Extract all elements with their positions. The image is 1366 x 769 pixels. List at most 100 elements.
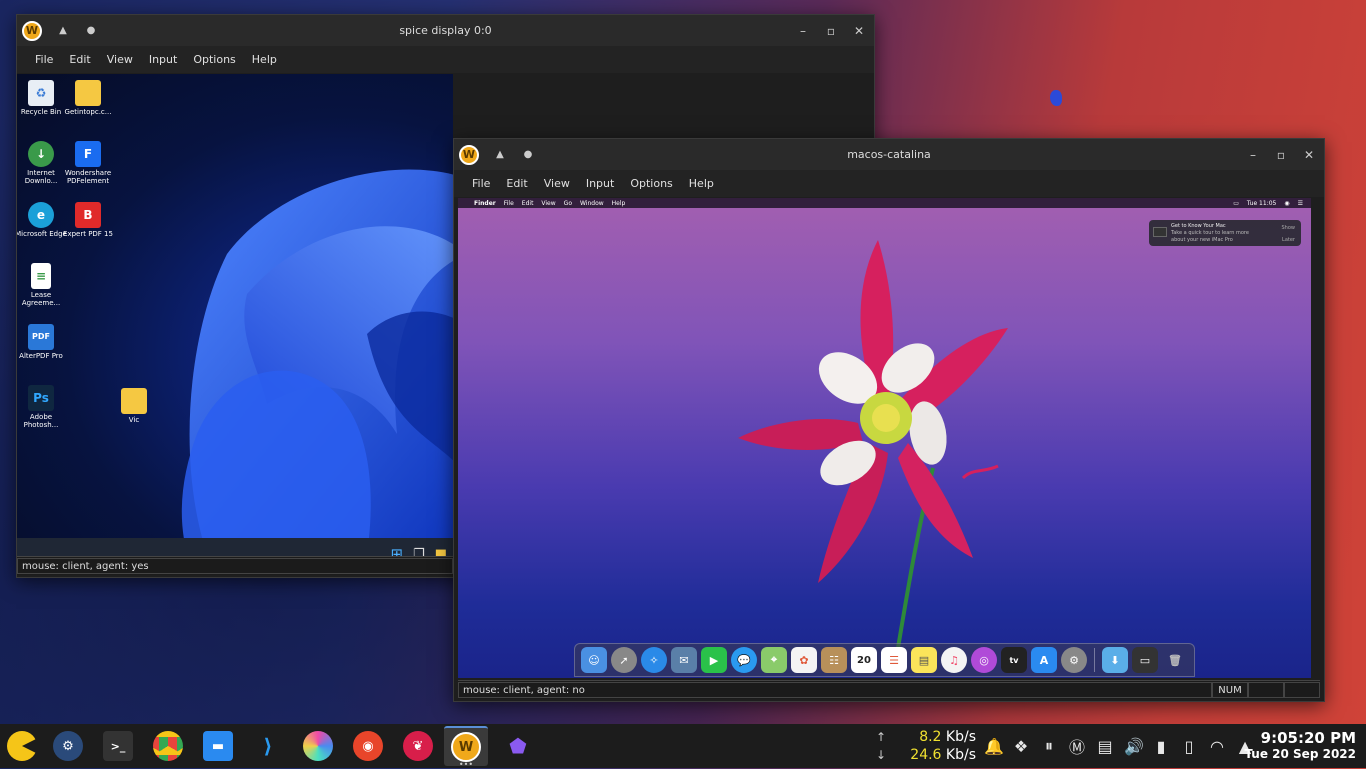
window-titlebar[interactable]: W ▲ ● spice display 0:0 – ▫ ✕ <box>17 15 874 46</box>
launchpad-icon[interactable]: ➚ <box>611 647 637 673</box>
app-logo-icon[interactable]: W <box>459 144 479 165</box>
keep-above-icon[interactable]: ▲ <box>56 24 70 38</box>
screen-icon[interactable]: ▭ <box>1132 647 1158 673</box>
close-icon[interactable]: ✕ <box>852 24 866 38</box>
contacts-icon[interactable]: ☷ <box>821 647 847 673</box>
siri-icon[interactable]: ◉ <box>1284 200 1289 207</box>
maximize-icon[interactable]: ▫ <box>824 24 838 38</box>
close-icon[interactable]: ✕ <box>1302 148 1316 162</box>
app-store-icon[interactable]: A <box>1031 647 1057 673</box>
desktop-icon-lease[interactable]: ≡ Lease Agreeme... <box>17 263 67 308</box>
desktop-icon-getintopc[interactable]: Getintopc.c... <box>62 80 114 116</box>
mega-icon[interactable]: Ⓜ <box>1068 734 1086 758</box>
mail-photo-icon[interactable]: ✉ <box>671 647 697 673</box>
notification-show-button[interactable]: Show <box>1282 223 1296 235</box>
podcasts-icon[interactable]: ◎ <box>971 647 997 673</box>
downloads-folder-icon[interactable]: ⬇ <box>1102 647 1128 673</box>
bird-app-icon[interactable]: ❦ <box>396 726 440 766</box>
status-cell-empty <box>1248 682 1284 698</box>
menu-file[interactable]: File <box>27 53 61 66</box>
calendar-icon[interactable]: 20 <box>851 647 877 673</box>
minimize-icon[interactable]: – <box>796 24 810 38</box>
notification-bell-icon[interactable]: 🔔 <box>984 737 1004 756</box>
safari-icon[interactable]: ✧ <box>641 647 667 673</box>
spotlight-icon[interactable]: ☰ <box>1298 200 1303 207</box>
menu-input[interactable]: Input <box>578 177 622 190</box>
macos-catalina-window[interactable]: W ▲ ● macos-catalina – ▫ ✕ File Edit Vie… <box>453 138 1325 702</box>
windows-guest-screen[interactable]: ♻ Recycle Bin Getintopc.c... ↓ Internet … <box>17 74 453 539</box>
mac-menu-file[interactable]: File <box>504 200 514 207</box>
sticky-dot-icon[interactable]: ● <box>521 148 535 162</box>
menu-view[interactable]: View <box>99 53 141 66</box>
mac-menu-finder[interactable]: Finder <box>474 200 496 207</box>
menu-help[interactable]: Help <box>244 53 285 66</box>
vscode-app-icon[interactable]: ⟩ <box>246 726 290 766</box>
notification-body: Take a quick tour to learn more about yo… <box>1171 229 1249 243</box>
mac-menu-edit[interactable]: Edit <box>522 200 534 207</box>
minimize-icon[interactable]: – <box>1246 148 1260 162</box>
menu-options[interactable]: Options <box>185 53 243 66</box>
color-app-icon[interactable] <box>296 726 340 766</box>
mac-menubar: Finder File Edit View Go Window Help ▭ T… <box>458 198 1311 208</box>
keep-above-icon[interactable]: ▲ <box>493 148 507 162</box>
notification-get-to-know-mac[interactable]: Get to Know Your Mac Take a quick tour t… <box>1149 220 1301 246</box>
finder-icon[interactable]: ☺ <box>581 647 607 673</box>
notes-icon[interactable]: ▤ <box>911 647 937 673</box>
desktop-icon-expert-pdf[interactable]: B Expert PDF 15 <box>62 202 114 238</box>
wifi-icon[interactable]: ◠ <box>1208 737 1226 756</box>
menu-help[interactable]: Help <box>681 177 722 190</box>
desktop-icon-edge[interactable]: e Microsoft Edge <box>17 202 67 238</box>
menu-input[interactable]: Input <box>141 53 185 66</box>
photos-icon[interactable]: ✿ <box>791 647 817 673</box>
menu-file[interactable]: File <box>464 177 498 190</box>
trash-icon[interactable]: 🗑 <box>1162 647 1188 673</box>
window-titlebar[interactable]: W ▲ ● macos-catalina – ▫ ✕ <box>454 139 1324 170</box>
messages-icon[interactable]: 💬 <box>731 647 757 673</box>
mac-clock[interactable]: Tue 11:05 <box>1247 200 1276 207</box>
app-logo-icon[interactable]: W <box>22 20 42 41</box>
reminders-icon[interactable]: ☰ <box>881 647 907 673</box>
terminal-app-icon[interactable]: >_ <box>96 726 140 766</box>
document-icon: ≡ <box>31 263 51 289</box>
maximize-icon[interactable]: ▫ <box>1274 148 1288 162</box>
facetime-icon[interactable]: ▶ <box>701 647 727 673</box>
files-app-icon[interactable]: ▬ <box>196 726 240 766</box>
menu-options[interactable]: Options <box>622 177 680 190</box>
desktop-icon-internet-download[interactable]: ↓ Internet Downlo... <box>17 141 67 186</box>
pacman-launcher-icon[interactable] <box>0 726 44 766</box>
maps-icon[interactable]: ⌖ <box>761 647 787 673</box>
sticky-dot-icon[interactable]: ● <box>84 24 98 38</box>
menu-edit[interactable]: Edit <box>498 177 535 190</box>
browser-app-icon[interactable]: ◉ <box>346 726 390 766</box>
chrome-app-icon[interactable] <box>146 726 190 766</box>
menu-edit[interactable]: Edit <box>61 53 98 66</box>
crystal-app-icon[interactable]: ⬟ <box>496 726 540 766</box>
desktop-icon-photoshop[interactable]: Ps Adobe Photosh... <box>17 385 67 430</box>
system-preferences-icon[interactable]: ⚙ <box>1061 647 1087 673</box>
desktop-icon-recycle-bin[interactable]: ♻ Recycle Bin <box>17 80 67 116</box>
desktop-icon-pdfelement[interactable]: F Wondershare PDFelement <box>62 141 114 186</box>
mac-menu-view[interactable]: View <box>541 200 555 207</box>
settings-app-icon[interactable]: ⚙ <box>46 726 90 766</box>
virt-viewer-app-icon[interactable]: W <box>444 726 488 769</box>
macos-guest-screen[interactable]: Finder File Edit View Go Window Help ▭ T… <box>458 198 1311 678</box>
music-icon[interactable]: ♫ <box>941 647 967 673</box>
mac-menu-window[interactable]: Window <box>580 200 604 207</box>
notification-later-button[interactable]: Later <box>1282 235 1295 247</box>
desktop-icon-vic[interactable]: Vic <box>108 388 160 424</box>
clipboard-icon[interactable]: ▤ <box>1096 737 1114 756</box>
battery-icon[interactable]: ▮ <box>1152 737 1170 756</box>
menu-view[interactable]: View <box>536 177 578 190</box>
pause-icon[interactable]: ⏸ <box>1040 736 1058 756</box>
system-clock[interactable]: 9:05:20 PM Tue 20 Sep 2022 <box>1244 730 1356 762</box>
download-speed-value: 24.6 <box>910 747 942 763</box>
apple-tv-icon[interactable]: tv <box>1001 647 1027 673</box>
mac-menu-help[interactable]: Help <box>612 200 626 207</box>
desktop-icon-alterpdf[interactable]: PDF AlterPDF Pro <box>17 324 67 360</box>
dock-separator <box>1094 648 1095 672</box>
dropbox-icon[interactable]: ❖ <box>1012 737 1030 756</box>
mac-menu-go[interactable]: Go <box>564 200 572 207</box>
display-icon[interactable]: ▭ <box>1233 200 1239 207</box>
phone-icon[interactable]: ▯ <box>1180 737 1198 756</box>
volume-icon[interactable]: 🔊 <box>1124 737 1144 756</box>
